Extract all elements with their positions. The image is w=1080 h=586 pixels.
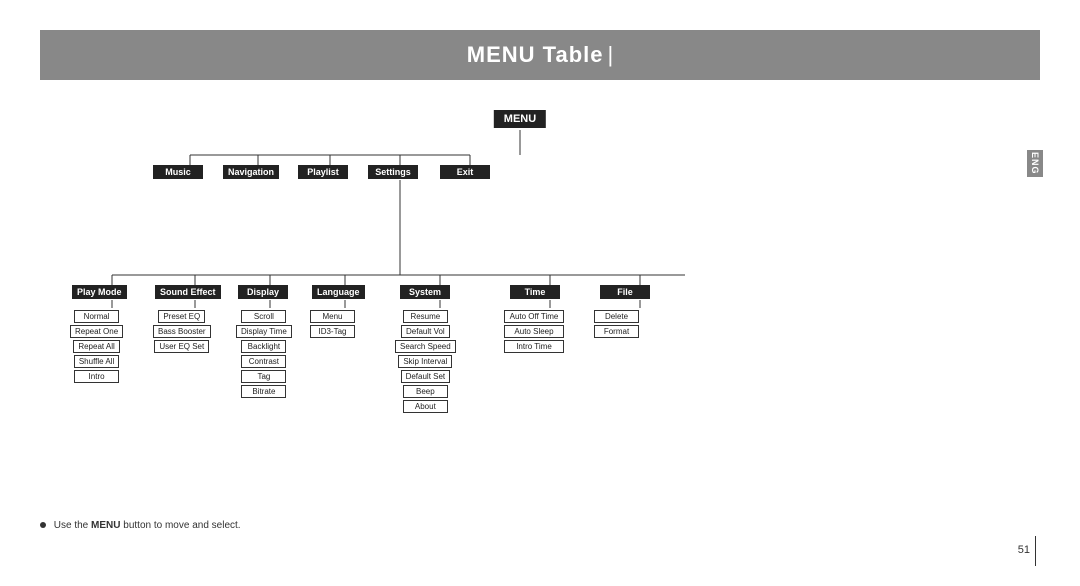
col-system: Resume Default Vol Search Speed Skip Int… bbox=[395, 310, 456, 413]
level1-navigation: Navigation bbox=[223, 165, 279, 179]
level1-settings: Settings bbox=[368, 165, 418, 179]
eng-label: ENG bbox=[1027, 150, 1043, 177]
menu-root: MENU bbox=[494, 110, 546, 128]
level1-exit: Exit bbox=[440, 165, 490, 179]
col-file: Delete Format bbox=[594, 310, 639, 338]
level2-language: Language bbox=[312, 285, 365, 299]
level2-display: Display bbox=[238, 285, 288, 299]
level2-playmode: Play Mode bbox=[72, 285, 127, 299]
header-title: MENU Table bbox=[467, 42, 604, 68]
level2-soundeffect: Sound Effect bbox=[155, 285, 221, 299]
page-number: 51 bbox=[1018, 544, 1030, 556]
level1-music: Music bbox=[153, 165, 203, 179]
col-display: Scroll Display Time Backlight Contrast T… bbox=[236, 310, 292, 398]
footer-text: Use the MENU button to move and select. bbox=[54, 520, 241, 531]
col-language: Menu ID3-Tag bbox=[310, 310, 355, 338]
page-divider bbox=[1035, 536, 1036, 566]
level2-system: System bbox=[400, 285, 450, 299]
col-playmode: Normal Repeat One Repeat All Shuffle All… bbox=[70, 310, 123, 383]
col-soundeffect: Preset EQ Bass Booster User EQ Set bbox=[153, 310, 211, 353]
level2-time: Time bbox=[510, 285, 560, 299]
footer-note: Use the MENU button to move and select. bbox=[40, 520, 241, 531]
level2-file: File bbox=[600, 285, 650, 299]
header-bar: MENU Table bbox=[40, 30, 1040, 80]
col-time: Auto Off Time Auto Sleep Intro Time bbox=[504, 310, 564, 353]
menu-root-box: MENU bbox=[494, 110, 546, 128]
diagram: MENU Music Navigation Playlist Settings … bbox=[40, 100, 1000, 486]
bullet-icon bbox=[40, 522, 46, 528]
level1-playlist: Playlist bbox=[298, 165, 348, 179]
